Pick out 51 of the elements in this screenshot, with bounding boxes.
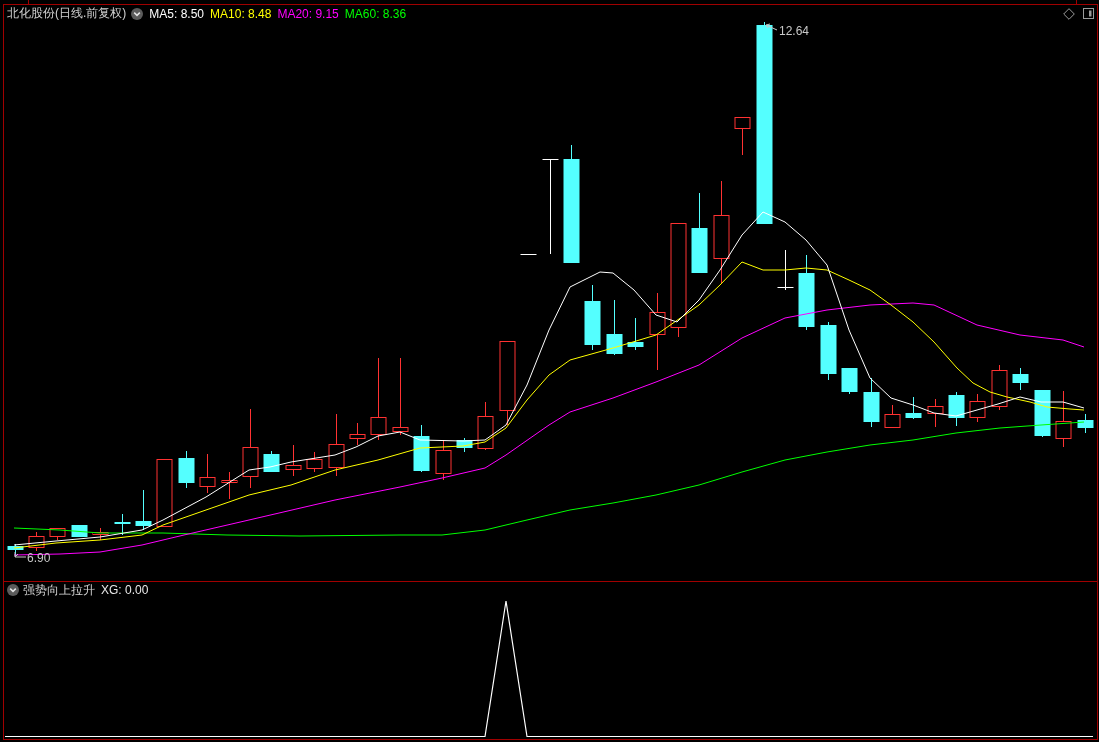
moving-average-label: MA5: 8.50 [149, 6, 205, 21]
moving-average-label: MA20: 9.15 [277, 6, 339, 21]
indicator-title: 强势向上拉升 [23, 581, 95, 599]
falling-candle [135, 489, 152, 531]
rising-candle [884, 404, 901, 428]
falling-candle [1077, 413, 1094, 434]
falling-candle [841, 367, 858, 395]
rising-candle [28, 531, 45, 552]
rising-candle [435, 439, 452, 481]
falling-candle [948, 391, 965, 427]
rising-candle [156, 459, 173, 527]
arrow-icon [14, 551, 27, 558]
low-price-label: 6.90 [27, 551, 51, 565]
dropdown-icon[interactable] [131, 7, 144, 20]
falling-candle [1034, 389, 1051, 438]
falling-candle [413, 424, 430, 473]
rising-candle [328, 413, 345, 477]
rising-candle [92, 527, 109, 541]
rising-candle [306, 451, 323, 473]
rising-candle [477, 401, 494, 451]
rising-candle [991, 364, 1008, 411]
rising-candle [49, 528, 66, 541]
falling-candle [606, 299, 623, 356]
doji-candle [777, 249, 794, 291]
rising-candle [1055, 390, 1072, 448]
diamond-icon[interactable] [1063, 7, 1075, 20]
dropdown-icon[interactable] [7, 584, 19, 596]
rising-candle [285, 444, 302, 477]
rising-candle [349, 422, 366, 446]
rising-candle [969, 393, 986, 423]
falling-candle [114, 513, 131, 536]
rising-candle [199, 453, 216, 494]
panel-icon[interactable] [1083, 8, 1094, 19]
falling-candle [1012, 367, 1029, 391]
falling-candle [456, 437, 473, 453]
rising-candle [734, 117, 751, 156]
falling-candle [905, 396, 922, 420]
indicator-readout: XG: 0.00 [101, 583, 149, 597]
arrow-icon [765, 23, 778, 31]
falling-candle [178, 450, 195, 489]
falling-candle [863, 377, 880, 428]
high-price-label: 12.64 [779, 24, 810, 38]
rising-candle [927, 398, 944, 428]
rising-candle [221, 471, 238, 500]
moving-average-label: MA10: 8.48 [210, 6, 272, 21]
stock-title: 北化股份(日线.前复权) [7, 5, 127, 22]
falling-candle [820, 321, 837, 381]
falling-candle [584, 284, 601, 351]
falling-candle [263, 450, 280, 473]
falling-candle [627, 317, 644, 351]
moving-average-label: MA60: 8.36 [344, 6, 407, 21]
